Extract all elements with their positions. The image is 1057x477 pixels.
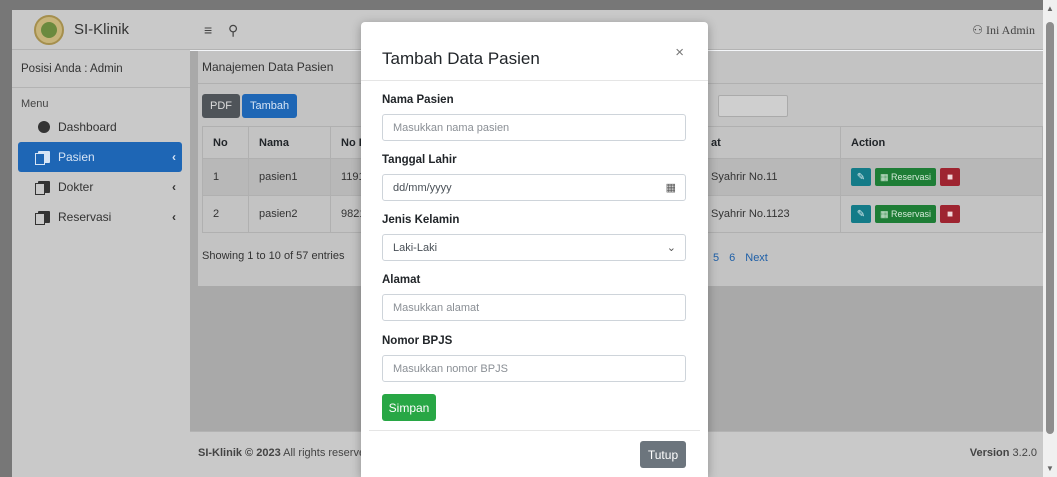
cell-alamat: Syahrir No.1123: [700, 195, 841, 233]
close-icon[interactable]: ×: [675, 44, 684, 61]
user-name: Ini Admin: [985, 23, 1035, 37]
cell-nama: pasien1: [248, 158, 331, 196]
chevron-down-icon: ⌄: [666, 242, 676, 254]
nama-label: Nama Pasien: [382, 94, 454, 106]
reservasi-label: Reservasi: [891, 172, 932, 182]
modal-title: Tambah Data Pasien: [382, 49, 540, 68]
brand-name: SI-Klinik: [74, 21, 130, 38]
page-backdrop: SI-Klinik Posisi Anda : Admin Menu Dashb…: [0, 0, 1057, 477]
cell-action: ✎ ▦ Reservasi ■: [840, 195, 1043, 233]
brand[interactable]: SI-Klinik: [12, 10, 190, 50]
calendar-icon: ▦: [880, 208, 892, 219]
column-header: Action: [840, 126, 1043, 159]
jenis-kelamin-select[interactable]: Laki-Laki ⌄: [382, 234, 686, 261]
modal-footer-divider: [369, 430, 700, 431]
page-link[interactable]: 5: [708, 248, 724, 268]
version-value: 3.2.0: [1009, 447, 1037, 459]
user-panel: Posisi Anda : Admin: [12, 50, 190, 88]
reservasi-button[interactable]: ▦ Reservasi: [875, 205, 937, 223]
copy-icon: [35, 211, 50, 225]
sidebar-item-label: Reservasi: [58, 210, 112, 224]
tanggal-lahir-input[interactable]: dd/mm/yyyy ▦: [382, 174, 686, 201]
jk-label: Jenis Kelamin: [382, 214, 460, 226]
scroll-down-arrow-icon[interactable]: ▼: [1046, 464, 1054, 473]
sidebar-item-label: Dokter: [58, 180, 94, 194]
tanggal-value: dd/mm/yyyy: [393, 181, 452, 194]
footer-copyright: SI-Klinik © 2023 All rights reserve: [198, 447, 365, 459]
tanggal-label: Tanggal Lahir: [382, 154, 457, 166]
cell-no: 1: [202, 158, 249, 196]
reservasi-label: Reservasi: [891, 209, 932, 219]
sidebar-item-label: Dashboard: [58, 120, 117, 134]
table-search-input[interactable]: [718, 95, 788, 117]
cell-no: 2: [202, 195, 249, 233]
sidebar-item-dashboard[interactable]: Dashboard: [18, 112, 182, 142]
footer-brand: SI-Klinik © 2023: [198, 447, 281, 459]
chevron-left-icon: ‹: [172, 180, 176, 194]
copy-icon: [35, 181, 50, 195]
sidebar-item-dokter[interactable]: Dokter ‹: [18, 172, 182, 202]
column-header[interactable]: Nama: [248, 126, 331, 159]
sidebar: SI-Klinik Posisi Anda : Admin Menu Dashb…: [12, 10, 190, 477]
alamat-label: Alamat: [382, 274, 421, 286]
tutup-button[interactable]: Tutup: [640, 441, 686, 468]
page-title: Manajemen Data Pasien: [202, 60, 334, 74]
pagination: 5 6 Next: [708, 248, 773, 268]
footer-version: Version 3.2.0: [970, 447, 1037, 459]
sidebar-item-reservasi[interactable]: Reservasi ‹: [18, 202, 182, 232]
scroll-up-arrow-icon[interactable]: ▲: [1046, 4, 1054, 13]
page-link[interactable]: 6: [724, 248, 740, 268]
cell-alamat: Syahrir No.11: [700, 158, 841, 196]
palette-icon: [38, 121, 50, 133]
trash-icon[interactable]: ■: [940, 205, 961, 223]
edit-icon[interactable]: ✎: [851, 205, 871, 223]
column-header[interactable]: No: [202, 126, 249, 159]
scroll-thumb[interactable]: [1046, 22, 1054, 434]
entries-info: Showing 1 to 10 of 57 entries: [202, 250, 345, 262]
cell-action: ✎ ▦ Reservasi ■: [840, 158, 1043, 196]
cell-nama: pasien2: [248, 195, 331, 233]
footer-text: All rights reserve: [280, 447, 366, 459]
page-scrollbar[interactable]: ▲ ▼: [1043, 0, 1057, 477]
calendar-icon[interactable]: ▦: [666, 181, 676, 194]
simpan-button[interactable]: Simpan: [382, 394, 436, 421]
user-icon: ⚇: [972, 23, 983, 37]
tambah-button[interactable]: Tambah: [242, 94, 298, 118]
sidebar-item-pasien[interactable]: Pasien ‹: [18, 142, 182, 172]
search-icon[interactable]: ⚲: [228, 22, 238, 39]
jk-value: Laki-Laki: [393, 241, 438, 254]
copy-icon: [35, 151, 50, 165]
menu-header: Menu: [21, 98, 49, 110]
nama-pasien-input[interactable]: Masukkan nama pasien: [382, 114, 686, 141]
user-menu-link[interactable]: ⚇ Ini Admin: [972, 23, 1035, 38]
modal-header: Tambah Data Pasien ×: [361, 22, 708, 81]
pdf-button[interactable]: PDF: [202, 94, 240, 118]
calendar-icon: ▦: [880, 171, 892, 182]
next-page-link[interactable]: Next: [740, 248, 773, 268]
edit-icon[interactable]: ✎: [851, 168, 871, 186]
column-header[interactable]: at: [700, 126, 841, 159]
version-label: Version: [969, 447, 1010, 459]
brand-logo: [34, 14, 64, 45]
tambah-pasien-modal: Tambah Data Pasien × Nama Pasien Masukka…: [361, 22, 708, 477]
sidebar-item-label: Pasien: [58, 150, 95, 164]
chevron-left-icon: ‹: [172, 210, 176, 224]
reservasi-button[interactable]: ▦ Reservasi: [875, 168, 937, 186]
trash-icon[interactable]: ■: [940, 168, 961, 186]
bpjs-input[interactable]: Masukkan nomor BPJS: [382, 355, 686, 382]
hamburger-menu-icon[interactable]: ≡: [204, 22, 212, 38]
chevron-left-icon: ‹: [172, 150, 176, 164]
bpjs-label: Nomor BPJS: [382, 335, 453, 347]
alamat-input[interactable]: Masukkan alamat: [382, 294, 686, 321]
